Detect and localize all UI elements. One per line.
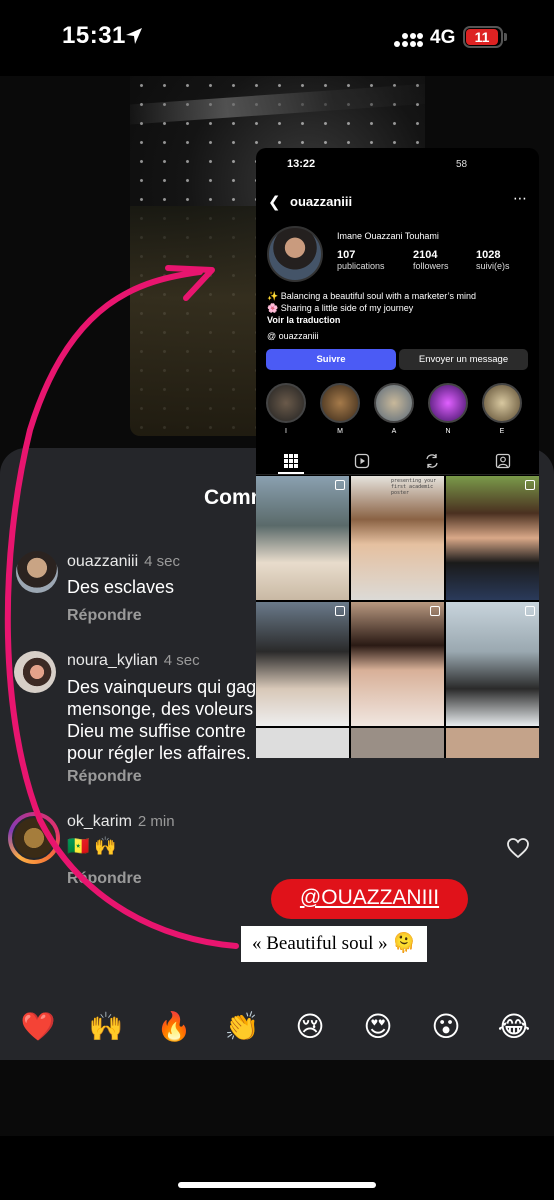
network-type: 4G [430, 27, 456, 48]
comment-text: Des esclaves [67, 577, 175, 597]
stat-following[interactable]: 1028 suivi(e)s [476, 249, 510, 271]
grid-post[interactable] [256, 728, 349, 758]
highlight[interactable] [374, 383, 414, 423]
shot-battery: 58 [456, 159, 468, 170]
reaction-fire[interactable]: 🔥 [152, 1010, 196, 1043]
stat-posts: 107 publications [337, 249, 385, 271]
reply-button[interactable]: Répondre [67, 607, 142, 625]
follow-button[interactable]: Suivre [266, 349, 396, 370]
mention-text[interactable]: @OUAZZANIII [271, 886, 468, 910]
highlight[interactable] [320, 383, 360, 423]
reply-button[interactable]: Répondre [67, 768, 142, 786]
grid-post[interactable] [446, 602, 539, 726]
reaction-heart[interactable]: ❤️ [16, 1010, 60, 1043]
battery-level: 11 [466, 29, 498, 45]
profile-display-name: Imane Ouazzani Touhami [337, 231, 439, 241]
threads-link[interactable]: @ ouazzaniii [267, 331, 319, 341]
stat-followers[interactable]: 2104 followers [413, 249, 449, 271]
clock: 15:31 [62, 22, 126, 49]
comment-username[interactable]: ok_karim [67, 813, 132, 830]
comment-username[interactable]: noura_kylian [67, 652, 158, 669]
profile-avatar[interactable] [267, 226, 323, 282]
comment-line: Des vainqueurs qui gag [67, 677, 257, 697]
profile-bio: ✨ Balancing a beautiful soul with a mark… [267, 291, 476, 325]
location-arrow-icon [126, 28, 142, 44]
signal-icon [394, 33, 423, 47]
highlight-label: M [337, 428, 343, 435]
translate-link[interactable]: Voir la traduction [267, 315, 340, 325]
reaction-cry[interactable]: 😢 [288, 1010, 332, 1043]
battery-tip [504, 33, 507, 41]
shot-clock: 13:22 [287, 158, 316, 170]
reaction-laugh[interactable]: 😂 [492, 1010, 536, 1043]
reaction-heart-eyes[interactable]: 😍 [356, 1010, 400, 1043]
grid-post[interactable] [446, 728, 539, 758]
comment-line: mensonge, des voleurs [67, 699, 254, 719]
quote-sticker: « Beautiful soul » 🫠 [241, 926, 427, 962]
reaction-wow[interactable]: 😮 [424, 1010, 468, 1043]
comment-time: 4 sec [144, 553, 181, 570]
highlight-label: I [285, 428, 287, 435]
comment-line: pour régler les affaires. [67, 743, 251, 763]
avatar[interactable] [14, 651, 56, 693]
avatar[interactable] [12, 816, 56, 860]
avatar[interactable] [16, 551, 58, 593]
grid-icon[interactable] [283, 453, 299, 469]
highlight[interactable] [482, 383, 522, 423]
tagged-icon[interactable] [495, 453, 511, 469]
reply-button[interactable]: Répondre [67, 870, 142, 888]
reposts-icon[interactable] [424, 453, 440, 469]
comment-time: 2 min [137, 813, 175, 830]
grid-post[interactable] [351, 728, 444, 758]
reaction-raised-hands[interactable]: 🙌 [84, 1010, 128, 1043]
threads-icon: @ [267, 331, 277, 341]
message-button[interactable]: Envoyer un message [399, 349, 528, 370]
highlight-label: N [445, 428, 451, 435]
comment-header: noura_kylian 4 sec [67, 652, 200, 670]
grid-post[interactable] [446, 476, 539, 600]
reaction-clap[interactable]: 👏 [220, 1010, 264, 1043]
comment-time: 4 sec [163, 652, 200, 669]
grid-caption: presenting your first academic poster [391, 478, 437, 496]
grid-post[interactable] [256, 476, 349, 600]
grid-post[interactable]: presenting your first academic poster [351, 476, 444, 600]
reaction-bar: ❤️ 🙌 🔥 👏 😢 😍 😮 😂 [0, 1000, 554, 1056]
comment-username[interactable]: ouazzaniii [67, 553, 138, 570]
grid-post[interactable] [351, 602, 444, 726]
highlight[interactable] [428, 383, 468, 423]
profile-username: ouazzaniii [290, 194, 353, 209]
back-icon[interactable]: ❮ [268, 193, 281, 211]
comment-header: ok_karim 2 min [67, 813, 175, 831]
heart-icon[interactable] [506, 836, 530, 860]
highlight-label: E [499, 428, 505, 435]
highlight[interactable] [266, 383, 306, 423]
active-tab-indicator [278, 472, 304, 474]
comment-header: ouazzaniii 4 sec [67, 553, 180, 571]
grid-post[interactable] [256, 602, 349, 726]
comment-text: 🇸🇳 🙌 [67, 836, 117, 856]
reels-icon[interactable] [354, 453, 370, 469]
more-icon[interactable]: ⋯ [513, 190, 527, 207]
comment-text: Des vainqueurs qui gag mensonge, des vol… [67, 676, 256, 764]
home-indicator[interactable] [178, 1182, 376, 1188]
highlight-label: A [391, 428, 397, 435]
comment-line: Dieu me suffise contre [67, 721, 246, 741]
